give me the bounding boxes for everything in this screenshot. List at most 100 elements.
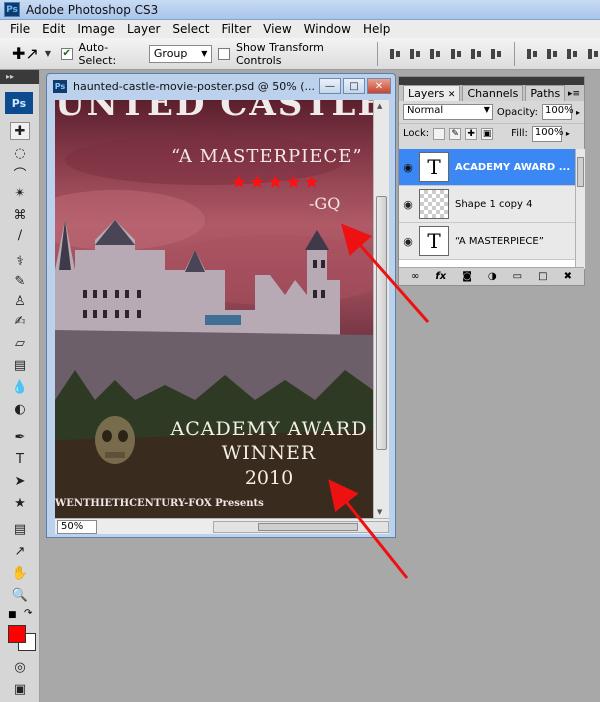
path-selection-tool-icon[interactable]: ➤ <box>10 472 30 490</box>
align-vcenter-icon[interactable] <box>408 46 422 62</box>
eraser-tool-icon[interactable]: ▱ <box>10 334 30 352</box>
menu-edit[interactable]: Edit <box>36 22 71 36</box>
layer-row-academy-award[interactable]: ◉ T ACADEMY AWARD ... <box>399 149 575 186</box>
menu-select[interactable]: Select <box>166 22 215 36</box>
align-left-icon[interactable] <box>449 46 463 62</box>
move-tool-icon[interactable]: ✚↗ <box>12 44 39 63</box>
dodge-tool-icon[interactable]: ◐ <box>10 400 30 418</box>
distribute-top-icon[interactable] <box>525 46 539 62</box>
menu-window[interactable]: Window <box>298 22 357 36</box>
align-top-icon[interactable] <box>388 46 402 62</box>
blend-mode-dropdown[interactable]: Normal ▼ <box>403 104 493 120</box>
custom-shape-tool-icon[interactable]: ★ <box>10 494 30 512</box>
visibility-eye-icon[interactable]: ◉ <box>399 235 417 248</box>
blur-tool-icon[interactable]: 💧 <box>10 378 30 396</box>
brush-tool-icon[interactable]: ✎ <box>10 272 30 290</box>
crop-tool-icon[interactable]: ⌘ <box>10 206 30 224</box>
award-line-2: WINNER <box>221 442 317 464</box>
tab-paths[interactable]: Paths <box>525 85 566 101</box>
close-button[interactable]: ✕ <box>367 78 391 94</box>
auto-select-checkbox[interactable]: ✔ <box>60 47 73 60</box>
align-right-icon[interactable] <box>489 46 503 62</box>
align-hcenter-icon[interactable] <box>469 46 483 62</box>
notes-tool-icon[interactable]: ▤ <box>10 520 30 538</box>
poster-canvas[interactable]: UNTED CASTLE “A MASTERPIECE” ★★★★★ -GQ A… <box>55 100 373 518</box>
lock-fill-row: Lock: ✎ ✚ ▣ Fill: 100% ▸ <box>399 123 584 143</box>
layers-scrollbar[interactable] <box>575 149 585 269</box>
blend-opacity-row: Normal ▼ Opacity: 100% ▸ <box>399 101 584 123</box>
opacity-field[interactable]: 100% <box>541 104 574 120</box>
fx-icon[interactable]: fx <box>435 271 446 282</box>
menu-view[interactable]: View <box>257 22 297 36</box>
layer-row-a-masterpiece[interactable]: ◉ T “A MASTERPIECE” <box>399 223 575 260</box>
panel-menu-icon[interactable]: ▸≡ <box>568 89 580 99</box>
tool-preset-dropdown-icon[interactable]: ▼ <box>45 49 51 58</box>
menu-help[interactable]: Help <box>357 22 396 36</box>
vertical-scroll-thumb[interactable] <box>376 196 387 450</box>
chevron-down-icon: ▼ <box>483 105 490 114</box>
panel-grip[interactable]: ▸▸ <box>0 70 39 84</box>
swap-colors-icon[interactable]: ↷ <box>24 608 32 619</box>
menu-image[interactable]: Image <box>71 22 121 36</box>
visibility-eye-icon[interactable]: ◉ <box>399 161 417 174</box>
maximize-button[interactable]: □ <box>343 78 365 94</box>
horizontal-scroll-thumb[interactable] <box>258 522 358 531</box>
screen-mode-icon[interactable]: ▣ <box>10 680 30 698</box>
photoshop-logo: Ps <box>5 92 33 114</box>
distribute-vcenter-icon[interactable] <box>545 46 559 62</box>
move-tool-button[interactable]: ✚ <box>10 122 30 140</box>
lasso-tool-icon[interactable]: ⌒ <box>10 164 30 183</box>
show-transform-checkbox[interactable] <box>218 47 230 60</box>
pen-tool-icon[interactable]: ✒ <box>10 428 30 446</box>
visibility-eye-icon[interactable]: ◉ <box>399 198 417 211</box>
distribute-bottom-icon[interactable] <box>565 46 579 62</box>
slice-tool-icon[interactable]: ∕ <box>10 226 30 244</box>
scroll-down-icon[interactable]: ▼ <box>377 508 382 516</box>
default-colors-icon[interactable]: ■ <box>8 610 18 620</box>
eyedropper-tool-icon[interactable]: ↗ <box>10 542 30 560</box>
document-vertical-scrollbar[interactable]: ▲ ▼ <box>373 100 389 518</box>
panel-grip[interactable] <box>399 77 584 85</box>
auto-select-dropdown[interactable]: Group ▼ <box>148 44 213 63</box>
layer-row-shape-1-copy-4[interactable]: ◉ Shape 1 copy 4 <box>399 186 575 223</box>
zoom-tool-icon[interactable]: 🔍 <box>10 586 30 604</box>
layers-scroll-thumb[interactable] <box>577 157 584 187</box>
healing-brush-tool-icon[interactable]: ⚕ <box>10 252 30 270</box>
zoom-level-field[interactable]: 50% <box>57 519 97 534</box>
type-tool-icon[interactable]: T <box>10 450 30 468</box>
lock-position-icon[interactable]: ✚ <box>465 127 478 140</box>
magic-wand-tool-icon[interactable]: ✴ <box>10 184 30 202</box>
document-horizontal-scrollbar[interactable] <box>213 520 389 533</box>
tab-channels[interactable]: Channels <box>462 85 524 101</box>
quick-mask-icon[interactable]: ◎ <box>10 658 30 676</box>
mask-icon[interactable]: ◙ <box>462 271 472 282</box>
distribute-left-icon[interactable] <box>586 46 600 62</box>
fill-slider-icon[interactable]: ▸ <box>566 129 570 138</box>
lock-transparency-icon[interactable] <box>433 127 446 140</box>
gradient-tool-icon[interactable]: ▤ <box>10 356 30 374</box>
close-icon[interactable]: ✕ <box>448 90 456 100</box>
history-brush-tool-icon[interactable]: ✍ <box>10 312 30 330</box>
adjustment-icon[interactable]: ◑ <box>488 271 497 282</box>
hand-tool-icon[interactable]: ✋ <box>10 564 30 582</box>
clone-stamp-tool-icon[interactable]: ♙ <box>10 292 30 310</box>
menu-filter[interactable]: Filter <box>215 22 257 36</box>
marquee-tool-icon[interactable]: ◌ <box>10 144 30 162</box>
new-layer-icon[interactable]: □ <box>538 271 547 282</box>
link-icon[interactable]: ∞ <box>411 271 419 282</box>
menu-layer[interactable]: Layer <box>121 22 166 36</box>
lock-all-icon[interactable]: ▣ <box>481 127 494 140</box>
lock-image-icon[interactable]: ✎ <box>449 127 462 140</box>
document-title-bar[interactable]: Ps haunted-castle-movie-poster.psd @ 50%… <box>47 74 395 98</box>
trash-icon[interactable]: ✖ <box>564 271 572 282</box>
foreground-color-swatch[interactable] <box>8 625 26 643</box>
fill-field[interactable]: 100% <box>531 125 564 142</box>
menu-file[interactable]: File <box>4 22 36 36</box>
minimize-button[interactable]: — <box>319 78 341 94</box>
opacity-slider-icon[interactable]: ▸ <box>576 108 580 117</box>
scroll-up-icon[interactable]: ▲ <box>377 102 382 110</box>
group-icon[interactable]: ▭ <box>513 271 522 282</box>
blend-mode-value: Normal <box>407 105 444 116</box>
tab-layers[interactable]: Layers ✕ <box>403 85 461 101</box>
align-bottom-icon[interactable] <box>428 46 442 62</box>
